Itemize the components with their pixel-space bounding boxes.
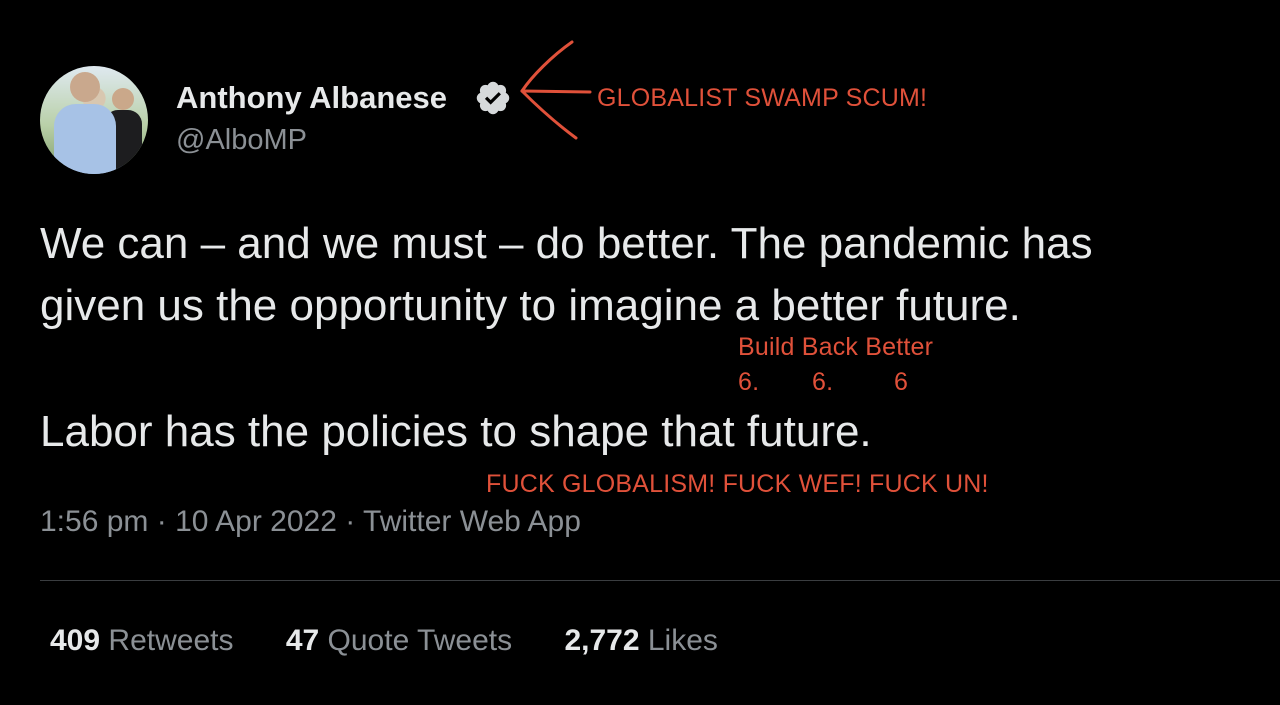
annotation-number-3: 6 — [894, 368, 909, 396]
quote-tweets-label: Quote Tweets — [327, 624, 513, 657]
likes-label: Likes — [647, 624, 718, 657]
author-name[interactable]: Anthony Albanese — [176, 80, 447, 116]
avatar-person-main-head — [70, 72, 100, 102]
retweets-count: 409 — [50, 624, 101, 657]
likes-stat[interactable]: 2,772 Likes — [564, 624, 717, 657]
avatar[interactable] — [40, 66, 148, 174]
quote-tweets-stat[interactable]: 47 Quote Tweets — [286, 624, 521, 657]
tweet-stats: 409 Retweets 47 Quote Tweets 2,772 Likes — [50, 624, 762, 658]
meta-separator: · — [156, 505, 167, 538]
annotation-number-2: 6. — [812, 368, 834, 396]
divider — [40, 580, 1280, 581]
author-handle[interactable]: @AlboMP — [176, 124, 307, 157]
red-arrow-annotation — [520, 40, 592, 140]
tweet-text-line-1: We can – and we must – do better. The pa… — [40, 219, 1093, 268]
avatar-person-main — [54, 104, 116, 174]
annotation-bottom: FUCK GLOBALISM! FUCK WEF! FUCK UN! — [486, 470, 989, 498]
tweet-text-line-3: Labor has the policies to shape that fut… — [40, 407, 872, 456]
tweet-text-line-2: given us the opportunity to imagine a be… — [40, 281, 1021, 330]
retweets-stat[interactable]: 409 Retweets — [50, 624, 242, 657]
retweets-label: Retweets — [108, 624, 234, 657]
tweet-date[interactable]: 10 Apr 2022 — [175, 505, 337, 538]
likes-count: 2,772 — [564, 624, 640, 657]
tweet-time[interactable]: 1:56 pm — [40, 505, 148, 538]
meta-separator: · — [345, 505, 356, 538]
tweet-source[interactable]: Twitter Web App — [363, 505, 581, 538]
avatar-person-bg-head — [112, 88, 134, 110]
tweet-meta: 1:56 pm · 10 Apr 2022 · Twitter Web App — [40, 505, 581, 539]
annotation-label-top: GLOBALIST SWAMP SCUM! — [597, 84, 928, 112]
quote-tweets-count: 47 — [285, 624, 320, 657]
annotation-number-1: 6. — [738, 368, 760, 396]
annotation-build-back: Build Back Better — [738, 333, 934, 361]
verified-badge-icon — [476, 81, 510, 115]
